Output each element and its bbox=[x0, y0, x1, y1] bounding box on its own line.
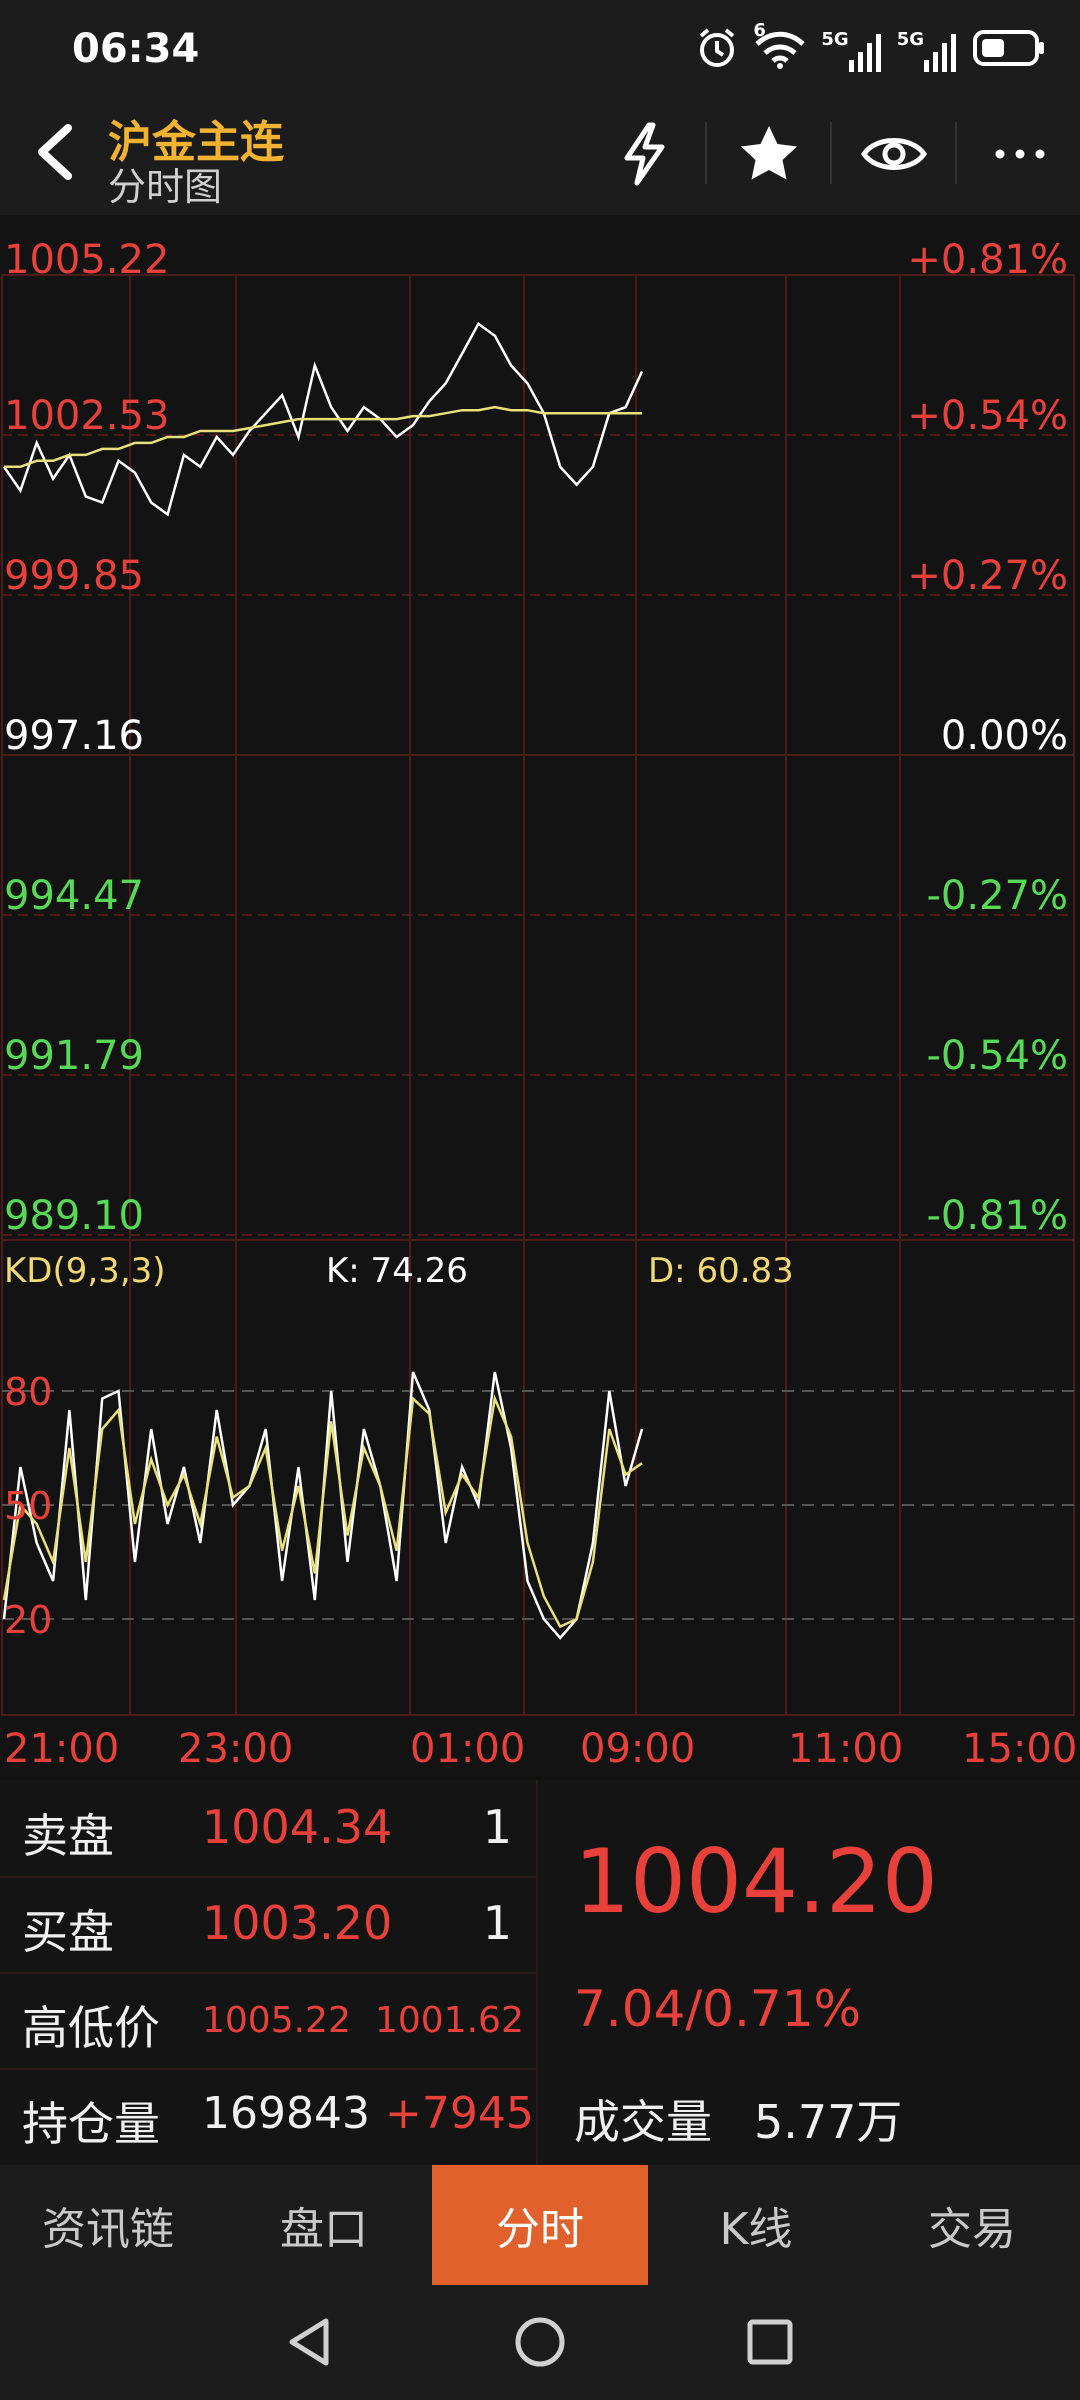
percent-tick-label: -0.54% bbox=[926, 1033, 1068, 1079]
eye-icon bbox=[860, 138, 928, 170]
open-interest-row: 持仓量 169843 +7945 bbox=[0, 2068, 536, 2164]
signal-icon: 5G bbox=[821, 29, 882, 72]
quote-panel: 卖盘 1004.34 1 买盘 1003.20 1 高低价 1005.22 10… bbox=[0, 1780, 1080, 2165]
buy-qty: 1 bbox=[482, 1896, 512, 1950]
nav-home-button[interactable] bbox=[500, 2307, 580, 2377]
price-tick-label: 1002.53 bbox=[4, 393, 169, 439]
signal-icon-2: 5G bbox=[897, 29, 958, 72]
status-time: 06:34 bbox=[72, 26, 200, 72]
kd-k-value: K: 74.26 bbox=[326, 1251, 468, 1291]
time-tick-label: 15:00 bbox=[962, 1726, 1077, 1772]
kd-d-value: D: 60.83 bbox=[648, 1251, 794, 1291]
kd-level-label: 50 bbox=[4, 1484, 52, 1528]
network-type: 5G bbox=[821, 28, 849, 50]
circle-home-icon bbox=[515, 2317, 565, 2367]
alarm-icon bbox=[695, 26, 739, 74]
price-tick-label: 1005.22 bbox=[4, 237, 169, 283]
nav-back-button[interactable] bbox=[270, 2307, 350, 2377]
header: 沪金主连 分时图 bbox=[0, 100, 1080, 215]
wifi-standard: 6 bbox=[753, 20, 766, 41]
time-tick-label: 21:00 bbox=[4, 1726, 119, 1772]
buy-row: 买盘 1003.20 1 bbox=[0, 1876, 536, 1974]
price-tick-label: 994.47 bbox=[4, 873, 144, 919]
tab-intraday[interactable]: 分时 bbox=[432, 2165, 648, 2285]
volume-value: 5.77万 bbox=[754, 2095, 903, 2149]
system-nav-bar bbox=[0, 2285, 1080, 2400]
tab-trade[interactable]: 交易 bbox=[864, 2165, 1080, 2285]
time-tick-label: 11:00 bbox=[788, 1726, 903, 1772]
back-button[interactable] bbox=[20, 112, 100, 192]
last-price: 1004.20 bbox=[574, 1830, 938, 1933]
percent-tick-label: +0.27% bbox=[907, 553, 1068, 599]
low-price: 1001.62 bbox=[375, 2000, 524, 2041]
square-recents-icon bbox=[747, 2319, 793, 2365]
percent-tick-label: 0.00% bbox=[941, 713, 1068, 759]
sell-label: 卖盘 bbox=[22, 1809, 114, 1863]
high-low-label: 高低价 bbox=[22, 2001, 160, 2055]
time-tick-label: 01:00 bbox=[410, 1726, 525, 1772]
price-tick-label: 991.79 bbox=[4, 1033, 144, 1079]
percent-tick-label: +0.54% bbox=[907, 393, 1068, 439]
wifi-icon: 6 bbox=[753, 20, 807, 74]
price-tick-label: 997.16 bbox=[4, 713, 144, 759]
status-icons: 6 5G 5G bbox=[695, 20, 1046, 74]
price-tick-label: 989.10 bbox=[4, 1193, 144, 1239]
favorite-button[interactable] bbox=[729, 114, 809, 194]
percent-tick-label: +0.81% bbox=[907, 237, 1068, 283]
chevron-left-icon bbox=[38, 124, 72, 180]
price-change: 7.04/0.71% bbox=[574, 1980, 862, 2038]
open-interest-change: +7945 bbox=[385, 2088, 534, 2139]
flash-button[interactable] bbox=[605, 114, 685, 194]
intraday-chart: 1005.22 +0.81% 1002.53 +0.54% 999.85 +0.27% 99… bbox=[1, 237, 1077, 1772]
open-interest-label: 持仓量 bbox=[22, 2097, 160, 2151]
watch-button[interactable] bbox=[854, 114, 934, 194]
kd-title: KD(9,3,3) bbox=[4, 1251, 166, 1291]
percent-tick-label: -0.81% bbox=[926, 1193, 1068, 1239]
high-price: 1005.22 bbox=[202, 2000, 351, 2041]
price-tick-label: 999.85 bbox=[4, 553, 144, 599]
time-tick-label: 09:00 bbox=[580, 1726, 695, 1772]
nav-recents-button[interactable] bbox=[730, 2307, 810, 2377]
tab-kline[interactable]: K线 bbox=[648, 2165, 864, 2285]
bottom-tab-bar: 资讯链 盘口 分时 K线 交易 bbox=[0, 2165, 1080, 2285]
header-divider bbox=[830, 122, 832, 184]
kd-level-label: 80 bbox=[4, 1370, 52, 1414]
buy-label: 买盘 bbox=[22, 1905, 114, 1959]
status-bar: 06:34 6 5G 5G bbox=[0, 0, 1080, 100]
kd-level-label: 20 bbox=[4, 1598, 52, 1642]
panel-divider bbox=[536, 1780, 538, 2165]
header-divider bbox=[955, 122, 957, 184]
triangle-back-icon bbox=[289, 2318, 329, 2366]
star-icon bbox=[741, 126, 797, 180]
more-icon bbox=[995, 149, 1045, 159]
buy-price: 1003.20 bbox=[202, 1896, 393, 1950]
time-tick-label: 23:00 bbox=[178, 1726, 293, 1772]
chart-area[interactable]: 1005.22 +0.81% 1002.53 +0.54% 999.85 +0.27% 99… bbox=[0, 215, 1080, 1775]
battery-icon bbox=[972, 28, 1046, 72]
high-low-row: 高低价 1005.22 1001.62 bbox=[0, 1972, 536, 2070]
volume-label: 成交量 bbox=[574, 2095, 712, 2149]
sell-row: 卖盘 1004.34 1 bbox=[0, 1780, 536, 1878]
chart-labels: 1005.22 +0.81% 1002.53 +0.54% 999.85 +0.27% 99… bbox=[4, 237, 1077, 1772]
page-subtitle: 分时图 bbox=[108, 165, 223, 209]
tab-order-book[interactable]: 盘口 bbox=[216, 2165, 432, 2285]
tab-news-chain[interactable]: 资讯链 bbox=[0, 2165, 216, 2285]
network-type-2: 5G bbox=[896, 28, 924, 50]
sell-price: 1004.34 bbox=[202, 1800, 393, 1854]
open-interest: 169843 bbox=[202, 2088, 370, 2139]
percent-tick-label: -0.27% bbox=[926, 873, 1068, 919]
lightning-icon bbox=[624, 122, 665, 186]
sell-qty: 1 bbox=[482, 1800, 512, 1854]
header-divider bbox=[705, 122, 707, 184]
more-button[interactable] bbox=[980, 114, 1060, 194]
